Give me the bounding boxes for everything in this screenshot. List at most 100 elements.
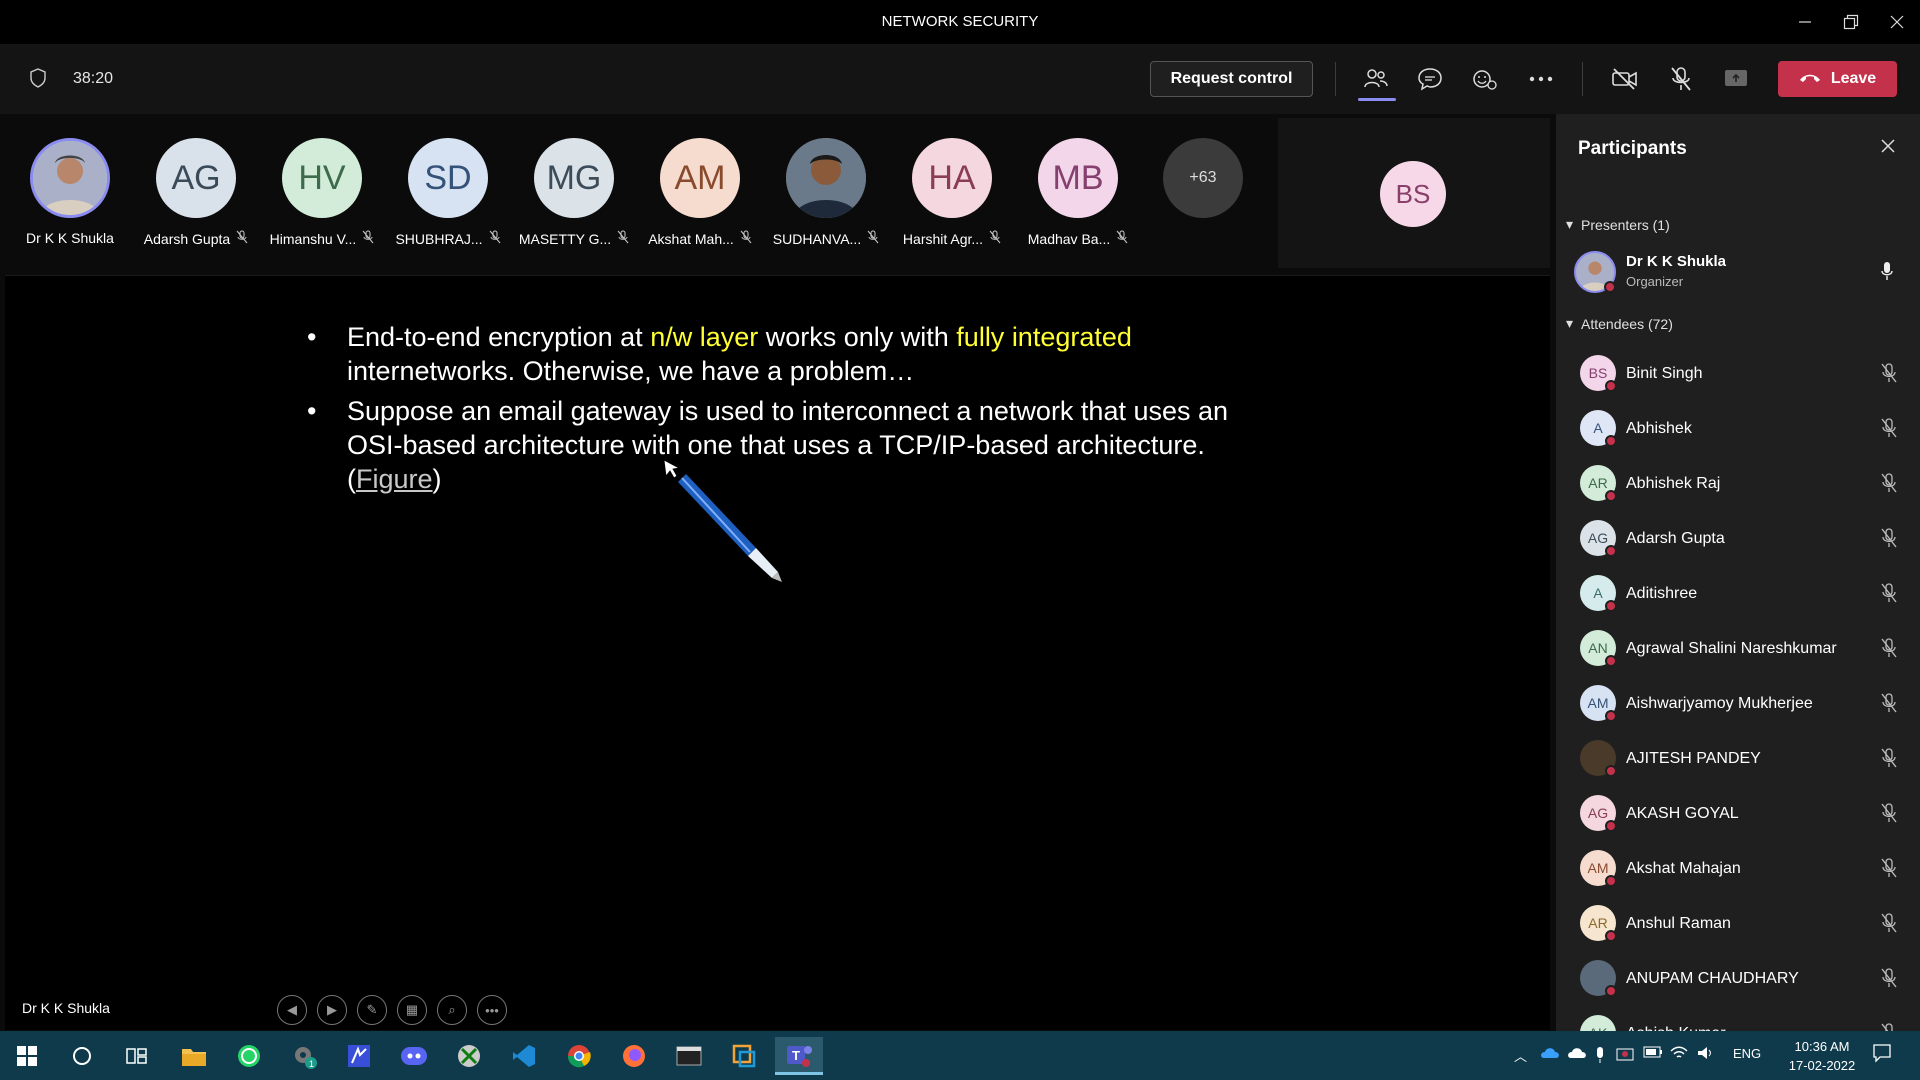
- presenters-section-header[interactable]: ▾ Presenters (1): [1566, 216, 1670, 233]
- status-badge: [1605, 820, 1617, 832]
- microphone-tray-icon[interactable]: [1594, 1046, 1606, 1067]
- mic-off-icon: [867, 230, 879, 247]
- attendee-row[interactable]: A Abhishek: [1580, 406, 1910, 450]
- title-bar: NETWORK SECURITY: [0, 0, 1920, 44]
- zoom-icon[interactable]: ⌕: [437, 995, 467, 1025]
- gallery-tile[interactable]: SD SHUBHRAJ...: [385, 138, 511, 247]
- next-slide-icon[interactable]: ▶: [317, 995, 347, 1025]
- more-options-icon[interactable]: [1526, 64, 1556, 94]
- task-view-icon[interactable]: [113, 1037, 161, 1075]
- avatar: AM: [660, 138, 740, 218]
- gallery-tile[interactable]: AM Akshat Mah...: [637, 138, 763, 247]
- gallery-tile-name: SHUBHRAJ...: [395, 230, 483, 247]
- mic-off-icon[interactable]: [1666, 64, 1696, 94]
- gallery-tile-name: Adarsh Gupta: [143, 230, 231, 247]
- reactions-icon[interactable]: [1470, 64, 1500, 94]
- discord-icon[interactable]: [390, 1037, 438, 1075]
- status-badge: [1605, 600, 1617, 612]
- attendee-name: Agrawal Shalini Nareshkumar: [1626, 640, 1837, 657]
- settings-app-icon[interactable]: 1: [280, 1037, 328, 1075]
- wifi-icon[interactable]: [1670, 1046, 1688, 1063]
- status-badge: [1605, 985, 1617, 997]
- spotlight-tile[interactable]: BS: [1278, 118, 1550, 268]
- meet-now-icon[interactable]: [1616, 1046, 1634, 1065]
- attendee-name: Abhishek: [1626, 420, 1692, 437]
- terminal-icon[interactable]: [665, 1037, 713, 1075]
- attendee-name: Aishwarjyamoy Mukherjee: [1626, 695, 1813, 712]
- file-explorer-icon[interactable]: [170, 1037, 218, 1075]
- search-icon[interactable]: [58, 1037, 106, 1075]
- close-window-button[interactable]: [1880, 8, 1914, 36]
- figure-link[interactable]: Figure: [356, 464, 433, 494]
- chat-icon[interactable]: [1415, 64, 1445, 94]
- gallery-tile[interactable]: MB Madhav Ba...: [1015, 138, 1141, 247]
- previous-slide-icon[interactable]: ◀: [277, 995, 307, 1025]
- vscode-icon[interactable]: [500, 1037, 548, 1075]
- gallery-tile-name: Himanshu V...: [269, 230, 357, 247]
- onedrive-icon[interactable]: [1540, 1046, 1560, 1063]
- attendee-row[interactable]: AKAshish Kumar: [1580, 1011, 1910, 1031]
- minimize-button[interactable]: [1788, 8, 1822, 36]
- participant-gallery: Dr K K Shukla AG Adarsh Gupta HV Himansh…: [0, 114, 1550, 269]
- avatar: BS: [1380, 161, 1446, 227]
- gallery-tile[interactable]: MG MASETTY G...: [511, 138, 637, 247]
- phone-hangup-icon: [1799, 70, 1821, 88]
- svg-text:T: T: [792, 1048, 800, 1063]
- chrome-icon[interactable]: [555, 1037, 603, 1075]
- gallery-tile[interactable]: AG Adarsh Gupta: [133, 138, 259, 247]
- attendee-row[interactable]: AR Anshul Raman: [1580, 901, 1910, 945]
- notifications-icon[interactable]: [1872, 1043, 1892, 1066]
- teams-icon[interactable]: T: [775, 1037, 823, 1075]
- people-icon[interactable]: [1361, 64, 1391, 94]
- share-screen-icon[interactable]: [1721, 64, 1751, 94]
- gallery-tile[interactable]: SUDHANVA...: [763, 138, 889, 247]
- mic-off-icon: [740, 230, 752, 247]
- close-icon[interactable]: [1880, 138, 1896, 159]
- status-badge: [1605, 710, 1617, 722]
- gallery-tile[interactable]: HA Harshit Agr...: [889, 138, 1015, 247]
- mic-off-icon: [489, 230, 501, 247]
- snipping-tool-icon[interactable]: [720, 1037, 768, 1075]
- more-presentation-options-icon[interactable]: •••: [477, 995, 507, 1025]
- attendee-row[interactable]: ANUPAM CHAUDHARY: [1580, 956, 1910, 1000]
- gallery-tile[interactable]: Dr K K Shukla: [7, 138, 133, 246]
- system-clock[interactable]: 10:36 AM 17-02-2022: [1777, 1037, 1867, 1075]
- request-control-button[interactable]: Request control: [1150, 61, 1313, 97]
- attendees-section-header[interactable]: ▾ Attendees (72): [1566, 315, 1673, 332]
- whatsapp-icon[interactable]: [225, 1037, 273, 1075]
- status-badge: [1605, 490, 1617, 502]
- attendee-row[interactable]: AG Adarsh Gupta: [1580, 516, 1910, 560]
- presenter-row[interactable]: Dr K K Shukla Organizer: [1574, 251, 1904, 295]
- volume-icon[interactable]: [1697, 1046, 1715, 1063]
- mic-off-icon: [1116, 230, 1128, 247]
- toolbar-divider: [1582, 62, 1583, 96]
- camera-off-icon[interactable]: [1610, 64, 1640, 94]
- attendee-name: Adarsh Gupta: [1626, 530, 1725, 547]
- attendee-row[interactable]: AN Agrawal Shalini Nareshkumar: [1580, 626, 1910, 670]
- pen-icon[interactable]: ✎: [357, 995, 387, 1025]
- gallery-tile[interactable]: HV Himanshu V...: [259, 138, 385, 247]
- battery-icon[interactable]: [1643, 1046, 1663, 1061]
- attendee-row[interactable]: AM Akshat Mahajan: [1580, 846, 1910, 890]
- math-app-icon[interactable]: [335, 1037, 383, 1075]
- attendee-row[interactable]: A Aditishree: [1580, 571, 1910, 615]
- more-participants-button[interactable]: +63: [1163, 138, 1243, 218]
- leave-button[interactable]: Leave: [1778, 61, 1897, 97]
- mic-off-icon: [1880, 748, 1898, 773]
- attendee-row[interactable]: AR Abhishek Raj: [1580, 461, 1910, 505]
- mic-icon: [1880, 261, 1894, 286]
- mic-off-icon: [1880, 803, 1898, 828]
- chevron-up-icon[interactable]: ︿: [1514, 1046, 1527, 1065]
- cloud-icon[interactable]: [1567, 1046, 1587, 1063]
- attendee-row[interactable]: AM Aishwarjyamoy Mukherjee: [1580, 681, 1910, 725]
- language-indicator[interactable]: ENG: [1733, 1046, 1761, 1061]
- firefox-icon[interactable]: [610, 1037, 658, 1075]
- xbox-icon[interactable]: [445, 1037, 493, 1075]
- attendee-row[interactable]: AG AKASH GOYAL: [1580, 791, 1910, 835]
- mic-off-icon: [236, 230, 248, 247]
- attendee-row[interactable]: AJITESH PANDEY: [1580, 736, 1910, 780]
- windows-start-icon[interactable]: [3, 1037, 51, 1075]
- restore-button[interactable]: [1834, 8, 1868, 36]
- attendee-row[interactable]: BS Binit Singh: [1580, 351, 1910, 395]
- slides-grid-icon[interactable]: ▦: [397, 995, 427, 1025]
